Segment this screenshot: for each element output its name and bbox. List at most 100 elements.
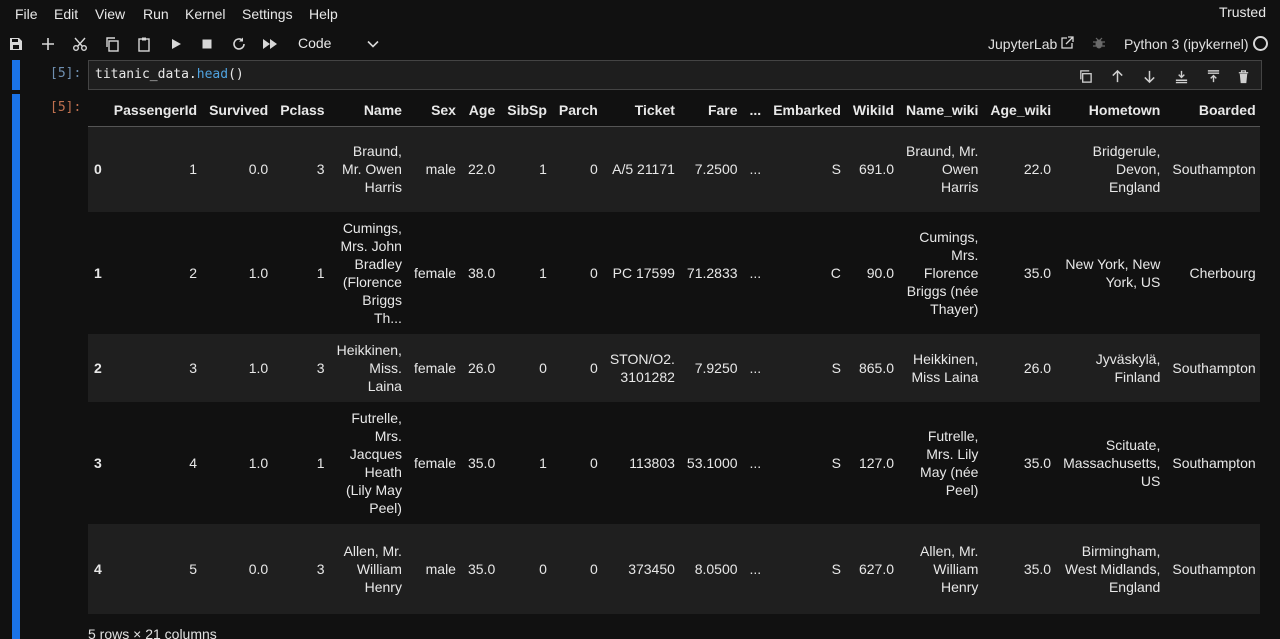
column-header: Ticket [603,94,681,127]
run-icon[interactable] [165,33,187,55]
row-index: 0 [94,161,102,178]
table-cell: female [413,360,456,376]
table-cell: 3 [316,360,325,376]
table-cell: 1 [539,161,547,178]
table-cell: 35.0 [1023,561,1052,577]
paste-icon[interactable] [133,33,155,55]
table-row: 0 1 0.0 3 Braund, Mr. Owen Harris male 22.0 1 0 A… [88,126,1260,212]
table-cell: Jyväskylä, Finland [1095,351,1161,385]
menu-view[interactable]: View [95,6,125,22]
column-header: Age_wiki [984,94,1058,127]
table-cell: 1 [539,455,547,471]
restart-icon[interactable] [228,33,250,55]
table-cell: 53.1000 [686,455,738,471]
table-cell: 2 [189,265,198,281]
output-collapser[interactable] [12,94,20,639]
cell-type-select[interactable]: Code [290,34,390,54]
cell-toolbar [1075,66,1253,86]
trusted-indicator[interactable]: Trusted [1219,4,1266,20]
table-cell: 5 [189,561,198,577]
table-cell: Cumings, Mrs. Florence Briggs (née Thaye… [906,229,979,317]
table-cell: 8.0500 [694,561,738,577]
table-row: 3 4 1.0 1 Futrelle, Mrs. Jacques Heath (Lily… [88,402,1260,524]
table-cell: 0 [590,265,598,281]
table-cell: Braund, Mr. Owen Harris [906,143,979,196]
table-cell: 22.0 [467,161,496,178]
column-header: SibSp [501,94,553,127]
move-up-icon[interactable] [1107,66,1127,86]
table-cell: 627.0 [858,561,895,577]
table-cell: 22.0 [1023,161,1052,178]
stop-icon[interactable] [196,33,218,55]
table-cell: 3 [316,561,325,577]
code-cell-input[interactable]: titanic_data.head() [88,60,1262,90]
duplicate-cell-icon[interactable] [1075,66,1095,86]
table-cell: Allen, Mr. William Henry [343,543,402,595]
table-cell: 38.0 [467,265,496,281]
cut-icon[interactable] [69,33,91,55]
table-cell: Southampton [1172,455,1256,471]
table-cell: 35.0 [1023,265,1052,281]
move-down-icon[interactable] [1139,66,1159,86]
table-cell: A/5 21171 [612,161,675,178]
table-cell: Futrelle, Mrs. Lily May (née Peel) [920,428,979,498]
output-area: PassengerId Survived Pclass Name Sex Age SibSp… [88,94,1260,639]
table-row: 1 2 1.0 1 Cumings, Mrs. John Bradley (Floren… [88,212,1260,334]
table-cell: 35.0 [1023,455,1052,471]
table-row: 4 5 0.0 3 Allen, Mr. William Henry male 35.0 0 0… [88,524,1260,614]
insert-below-icon[interactable] [1171,66,1191,86]
jupyterlab-link[interactable]: JupyterLab [988,36,1057,52]
table-row: 2 3 1.0 3 Heikkinen, Miss. Laina female 26.0 0 0… [88,334,1260,402]
table-cell: male [425,561,456,577]
run-all-icon[interactable] [259,33,281,55]
table-cell: 1.0 [248,265,269,281]
save-icon[interactable] [5,33,27,55]
cell-type-value: Code [298,35,332,51]
table-cell: Southampton [1172,561,1256,577]
copy-icon[interactable] [101,33,123,55]
kernel-status-icon [1253,36,1268,51]
table-cell: 691.0 [858,161,895,178]
input-collapser[interactable] [12,60,20,90]
table-cell: 0 [590,455,598,471]
debugger-icon[interactable] [1092,36,1106,50]
output-prompt: [5]: [50,100,82,115]
table-cell: 35.0 [467,455,496,471]
table-cell: 0.0 [248,561,269,577]
row-index: 4 [94,561,102,577]
table-cell: Scituate, Massachusetts, US [1063,437,1161,489]
table-cell: 3 [316,161,325,178]
insert-above-icon[interactable] [1203,66,1223,86]
column-header: Survived [203,94,275,127]
kernel-name[interactable]: Python 3 (ipykernel) [1124,36,1249,52]
table-cell: Birmingham, West Midlands, England [1064,543,1161,595]
add-cell-icon[interactable] [37,33,59,55]
table-cell: 71.2833 [686,265,738,281]
menu-bar: File Edit View Run Kernel Settings Help … [0,0,1280,30]
table-cell: Futrelle, Mrs. Jacques Heath (Lily May P… [345,410,402,516]
menu-help[interactable]: Help [309,6,338,22]
menu-edit[interactable]: Edit [54,6,78,22]
chevron-down-icon [367,40,379,48]
table-header-row: PassengerId Survived Pclass Name Sex Age SibSp… [88,94,1260,127]
column-header: Name [330,94,408,127]
table-cell: ... [749,360,762,376]
row-index: 2 [94,360,102,376]
table-cell: 373450 [628,561,675,577]
column-header: ... [743,94,768,127]
delete-cell-icon[interactable] [1233,66,1253,86]
menu-kernel[interactable]: Kernel [185,6,225,22]
table-cell: 90.0 [866,265,895,281]
menu-run[interactable]: Run [143,6,169,22]
table-cell: Southampton [1172,161,1256,178]
menu-settings[interactable]: Settings [242,6,293,22]
table-cell: Bridgerule, Devon, England [1092,143,1161,196]
table-cell: 0.0 [248,161,269,178]
menu-file[interactable]: File [15,6,38,22]
column-header: Name_wiki [900,94,985,127]
column-header: Embarked [767,94,847,127]
column-header: Sex [407,94,462,127]
table-cell: Cumings, Mrs. John Bradley (Florence Bri… [340,220,402,326]
table-cell: 26.0 [467,360,496,376]
code-text[interactable]: titanic_data.head() [95,67,244,82]
